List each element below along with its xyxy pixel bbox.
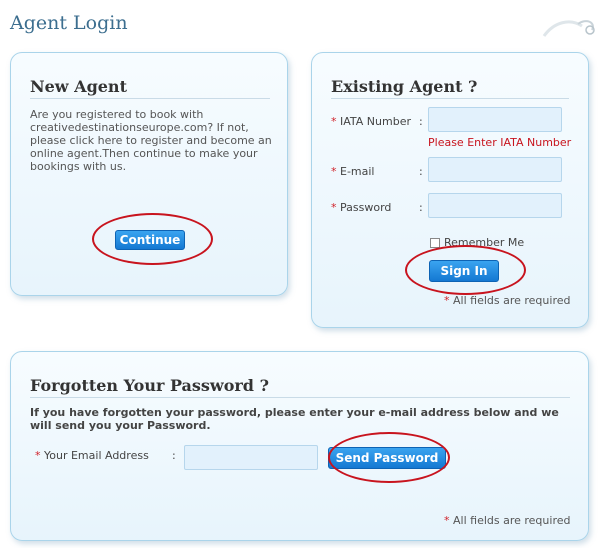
- required-mark: *: [444, 514, 450, 527]
- remember-me-checkbox[interactable]: [430, 238, 440, 248]
- forgot-email-label: * Your Email Address: [35, 449, 149, 462]
- decorative-swirl-icon: [542, 20, 595, 37]
- iata-number-label: * IATA Number: [331, 115, 411, 128]
- forgot-password-divider: [30, 397, 570, 398]
- email-input[interactable]: [428, 157, 562, 182]
- new-agent-panel: New Agent Are you registered to book wit…: [10, 52, 288, 296]
- new-agent-title: New Agent: [30, 77, 127, 96]
- password-input[interactable]: [428, 193, 562, 218]
- existing-agent-title: Existing Agent ?: [331, 77, 478, 96]
- password-label: * Password: [331, 201, 392, 214]
- existing-agent-divider: [331, 98, 569, 99]
- forgot-password-panel: Forgotten Your Password ? If you have fo…: [10, 351, 589, 541]
- send-password-button[interactable]: Send Password: [328, 447, 446, 469]
- new-agent-description: Are you registered to book with creative…: [30, 108, 272, 173]
- page-title: Agent Login: [10, 12, 128, 34]
- required-mark: *: [35, 449, 41, 462]
- required-mark: *: [331, 115, 337, 128]
- forgot-password-instructions: If you have forgotten your password, ple…: [30, 406, 559, 432]
- required-mark: *: [331, 165, 337, 178]
- required-mark: *: [331, 201, 337, 214]
- forgot-email-input[interactable]: [184, 445, 318, 470]
- colon: :: [172, 449, 176, 462]
- forgot-required-fields-note: * All fields are required: [444, 514, 571, 527]
- forgot-password-title: Forgotten Your Password ?: [30, 376, 269, 395]
- email-label: * E-mail: [331, 165, 375, 178]
- remember-me-label: Remember Me: [444, 236, 525, 249]
- new-agent-divider: [30, 98, 270, 99]
- continue-button[interactable]: Continue: [115, 230, 185, 250]
- required-mark: *: [444, 294, 450, 307]
- iata-error-message: Please Enter IATA Number: [428, 136, 572, 149]
- colon: :: [419, 165, 423, 178]
- existing-agent-panel: Existing Agent ? * IATA Number : Please …: [311, 52, 589, 328]
- sign-in-button[interactable]: Sign In: [429, 260, 499, 282]
- colon: :: [419, 115, 423, 128]
- iata-number-input[interactable]: [428, 107, 562, 132]
- colon: :: [419, 201, 423, 214]
- required-fields-note: * All fields are required: [444, 294, 571, 307]
